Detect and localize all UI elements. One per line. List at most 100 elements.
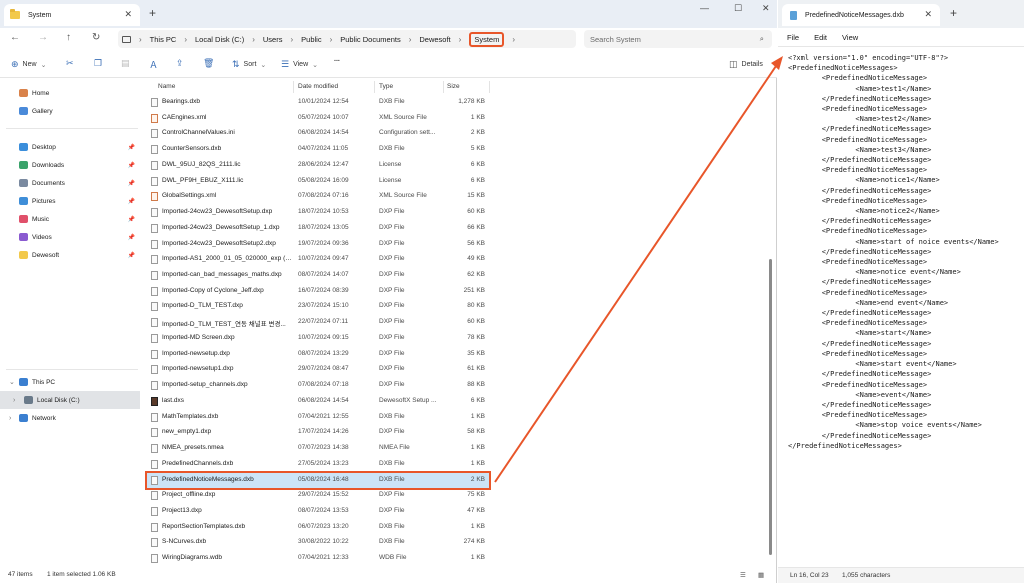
file-row[interactable]: PredefinedNoticeMessages.dxb 05/08/2024 1…: [145, 470, 491, 491]
file-row[interactable]: Imported-newsetup.dxp 08/07/2024 13:29 DXP…: [147, 347, 489, 363]
tiles-view-icon[interactable]: ▦: [758, 571, 764, 579]
file-row[interactable]: Imported-newsetup1.dxp 29/07/2024 08:47 DX…: [147, 362, 489, 378]
breadcrumb-public-documents[interactable]: Public Documents: [340, 35, 400, 44]
breadcrumb-users[interactable]: Users: [263, 35, 283, 44]
minimize-button[interactable]: —: [700, 3, 709, 13]
details-button[interactable]: ◫ Details: [729, 59, 763, 70]
chevron-right-icon[interactable]: ›: [13, 397, 15, 404]
file-row[interactable]: CAEngines.xml 05/07/2024 10:07 XML Source …: [147, 111, 489, 127]
file-row[interactable]: ControlChannelValues.ini 06/08/2024 14:54…: [147, 126, 489, 142]
sidebar-item-home[interactable]: Home: [0, 84, 140, 102]
file-row[interactable]: Project_offline.dxp 29/07/2024 15:52 DXP F…: [147, 488, 489, 504]
file-row[interactable]: Imported-AS1_2000_01_05_020000_exp (1...…: [147, 252, 489, 268]
file-row[interactable]: MathTemplates.dxb 07/04/2021 12:55 DXB Fil…: [147, 410, 489, 426]
address-bar[interactable]: › This PC › Local Disk (C:) › Users › Pu…: [118, 30, 576, 48]
file-row[interactable]: Imported-setup_channels.dxp 07/08/2024 07…: [147, 378, 489, 394]
close-tab-icon[interactable]: ✕: [924, 9, 932, 20]
scrollbar[interactable]: [769, 259, 772, 555]
file-row[interactable]: PredefinedChannels.dxb 27/05/2024 13:23 DX…: [147, 457, 489, 473]
file-icon: [151, 506, 158, 516]
column-header-date[interactable]: Date modified: [298, 83, 338, 90]
delete-icon[interactable]: 🗑: [203, 58, 214, 69]
breadcrumb-public[interactable]: Public: [301, 35, 321, 44]
file-row[interactable]: Imported-D_TLM_TEST_연동 채널표 변경... 22/07/20…: [147, 315, 489, 331]
menu-view[interactable]: View: [842, 33, 858, 42]
new-tab-icon[interactable]: +: [950, 6, 957, 20]
column-header-name[interactable]: Name: [158, 83, 175, 90]
sort-button[interactable]: ⇅ Sort ⌄: [232, 59, 266, 70]
maximize-button[interactable]: ☐: [734, 3, 742, 14]
sidebar-item-documents[interactable]: Documents 📌: [0, 174, 140, 192]
up-arrow-icon[interactable]: ↑: [66, 32, 71, 43]
pin-icon[interactable]: 📌: [128, 234, 135, 241]
sidebar-item-pictures[interactable]: Pictures 📌: [0, 192, 140, 210]
notepad-tab[interactable]: PredefinedNoticeMessages.dxb ✕: [782, 4, 940, 26]
sidebar-item-dewesoft[interactable]: Dewesoft 📌: [0, 246, 140, 264]
sidebar-item-desktop[interactable]: Desktop 📌: [0, 138, 140, 156]
sidebar-item-videos[interactable]: Videos 📌: [0, 228, 140, 246]
file-row[interactable]: new_empty1.dxp 17/07/2024 14:26 DXP File 58…: [147, 425, 489, 441]
sidebar-item-local-disk[interactable]: › Local Disk (C:): [0, 391, 140, 409]
new-tab-icon[interactable]: +: [149, 6, 156, 20]
paste-icon[interactable]: ▤: [121, 58, 130, 69]
sidebar-item-gallery[interactable]: Gallery: [0, 102, 140, 120]
back-arrow-icon[interactable]: ←: [10, 32, 20, 43]
file-row[interactable]: Imported-24cw23_DewesoftSetup_1.dxp 18/07…: [147, 221, 489, 237]
share-icon[interactable]: ⇪: [176, 58, 184, 69]
chevron-right-icon[interactable]: ›: [9, 415, 11, 422]
pin-icon[interactable]: 📌: [128, 144, 135, 151]
breadcrumb-system[interactable]: System: [469, 31, 505, 47]
file-name: DWL_PF9H_EBUZ_X111.lic: [162, 176, 244, 184]
file-row[interactable]: CounterSensors.dxb 04/07/2024 11:05 DXB Fi…: [147, 142, 489, 158]
pin-icon[interactable]: 📌: [128, 162, 135, 169]
view-button[interactable]: ☰ View ⌄: [281, 59, 318, 70]
new-button[interactable]: ⊕ New ⌄: [11, 59, 46, 70]
breadcrumb-dewesoft[interactable]: Dewesoft: [419, 35, 450, 44]
close-window-button[interactable]: ✕: [762, 3, 770, 14]
breadcrumb-this-pc[interactable]: This PC: [150, 35, 177, 44]
chevron-down-icon[interactable]: ⌄: [9, 378, 15, 386]
column-header-type[interactable]: Type: [379, 83, 393, 90]
sidebar-item-music[interactable]: Music 📌: [0, 210, 140, 228]
file-row[interactable]: Imported-Copy of Cyclone_Jeff.dxp 16/07/2…: [147, 284, 489, 300]
column-header-size[interactable]: Size: [447, 83, 460, 90]
search-input[interactable]: Search System ⌕: [584, 30, 772, 48]
file-row[interactable]: NMEA_presets.nmea 07/07/2023 14:38 NMEA Fi…: [147, 441, 489, 457]
copy-icon[interactable]: ❐: [94, 58, 102, 69]
file-row[interactable]: Project13.dxp 08/07/2024 13:53 DXP File 47 …: [147, 504, 489, 520]
text-editor[interactable]: <?xml version="1.0" encoding="UTF-8"?> <P…: [778, 46, 1024, 567]
more-options-button[interactable]: ...: [334, 56, 340, 63]
file-row[interactable]: DWL_95UJ_82QS_2111.lic 28/06/2024 12:47 Li…: [147, 158, 489, 174]
file-row[interactable]: Imported-can_bad_messages_maths.dxp 08/07…: [147, 268, 489, 284]
menu-edit[interactable]: Edit: [814, 33, 827, 42]
pin-icon[interactable]: 📌: [128, 198, 135, 205]
pin-icon[interactable]: 📌: [128, 180, 135, 187]
file-row[interactable]: Imported-D_TLM_TEST.dxp 23/07/2024 15:10 D…: [147, 299, 489, 315]
file-row[interactable]: DWL_PF9H_EBUZ_X111.lic 05/08/2024 16:09 Li…: [147, 174, 489, 190]
menu-file[interactable]: File: [787, 33, 799, 42]
refresh-icon[interactable]: ↻: [92, 32, 100, 43]
file-row[interactable]: Imported-MD Screen.dxp 10/07/2024 09:15 DX…: [147, 331, 489, 347]
explorer-tab[interactable]: System ✕: [4, 4, 140, 26]
sidebar-item-downloads[interactable]: Downloads 📌: [0, 156, 140, 174]
pin-icon[interactable]: 📌: [128, 216, 135, 223]
file-row[interactable]: WiringDiagrams.wdb 07/04/2021 12:33 WDB Fi…: [147, 551, 489, 567]
file-row[interactable]: ReportSectionTemplates.dxb 06/07/2023 13:…: [147, 520, 489, 536]
forward-arrow-icon[interactable]: →: [38, 32, 48, 43]
sidebar-item-network[interactable]: › Network: [0, 409, 140, 427]
file-type: DXP File: [379, 318, 405, 326]
file-row[interactable]: S-NCurves.dxb 30/08/2022 10:22 DXB File 274…: [147, 535, 489, 551]
file-row[interactable]: Imported-24cw23_DewesoftSetup.dxp 18/07/2…: [147, 205, 489, 221]
rename-icon[interactable]: Ａ: [149, 58, 158, 71]
details-view-icon[interactable]: ☰: [740, 571, 746, 579]
pin-icon[interactable]: 📌: [128, 252, 135, 259]
sidebar-item-this-pc[interactable]: ⌄ This PC: [0, 373, 140, 391]
cut-icon[interactable]: ✂: [66, 58, 74, 69]
breadcrumb-local-disk[interactable]: Local Disk (C:): [195, 35, 244, 44]
file-row[interactable]: last.dxs 06/08/2024 14:54 DewesoftX Setup …: [147, 394, 489, 410]
file-row[interactable]: Bearings.dxb 10/01/2024 12:54 DXB File 1,27…: [147, 95, 489, 111]
sidebar-item-label: Home: [32, 89, 50, 97]
close-tab-icon[interactable]: ✕: [124, 9, 132, 20]
file-row[interactable]: Imported-24cw23_DewesoftSetup2.dxp 19/07/…: [147, 237, 489, 253]
file-row[interactable]: GlobalSettings.xml 07/08/2024 07:16 XML So…: [147, 189, 489, 205]
